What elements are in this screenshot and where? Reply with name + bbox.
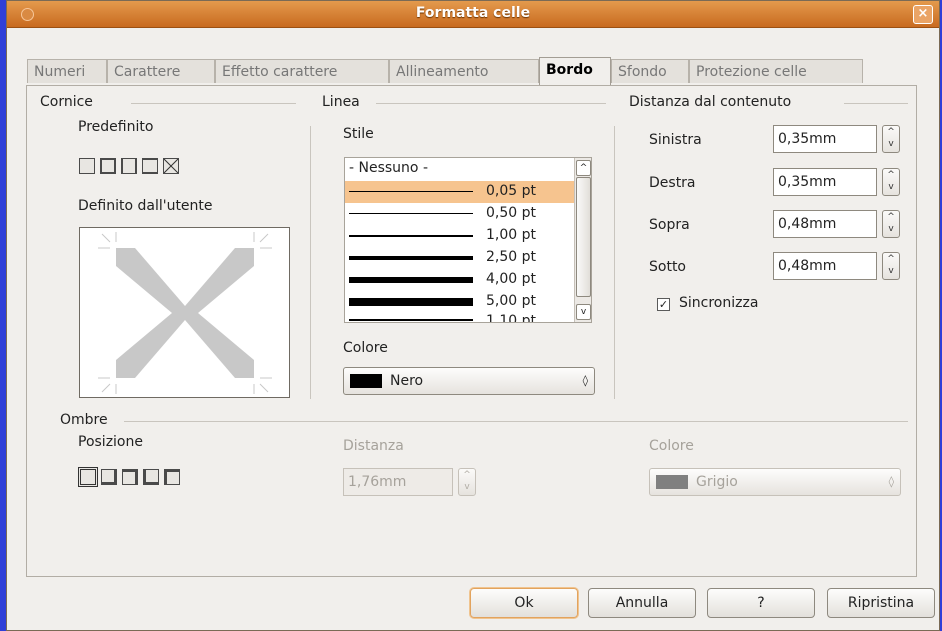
sincronizza-checkbox[interactable]: ✓ — [657, 298, 670, 311]
linea-distanza-divider — [614, 126, 615, 399]
sopra-label: Sopra — [649, 217, 690, 233]
preset-none[interactable] — [79, 158, 95, 174]
tab-bordo[interactable]: Bordo — [539, 57, 611, 85]
sopra-input[interactable]: 0,48mm — [773, 210, 877, 238]
cornice-linea-divider — [310, 126, 311, 399]
line-style-item[interactable]: 5,00 pt — [345, 291, 575, 313]
ombre-colore-label: Colore — [649, 438, 694, 454]
line-style-item-selected[interactable]: 0,05 pt — [345, 181, 575, 203]
shadow-top-left[interactable] — [164, 469, 180, 485]
line-style-item[interactable]: 1,00 pt — [345, 225, 575, 247]
destra-spin[interactable]: ^ v — [882, 168, 900, 196]
ombre-distanza-label: Distanza — [343, 438, 404, 454]
colore-label: Colore — [343, 340, 388, 356]
color-swatch — [350, 374, 382, 388]
shadow-top-right[interactable] — [122, 469, 138, 485]
sopra-spin[interactable]: ^ v — [882, 210, 900, 238]
help-button[interactable]: ? — [707, 588, 815, 618]
diagonal-icon — [164, 159, 178, 173]
cornice-separator — [131, 103, 296, 104]
ok-button[interactable]: Ok — [470, 588, 578, 618]
tab-carattere[interactable]: Carattere — [107, 59, 215, 83]
linea-separator — [376, 103, 606, 104]
border-preview-graphic — [98, 232, 272, 394]
stile-label: Stile — [343, 126, 374, 142]
scroll-down-icon[interactable]: v — [576, 304, 591, 320]
line-style-item[interactable]: 4,00 pt — [345, 269, 575, 291]
tab-sfondo[interactable]: Sfondo — [611, 59, 689, 83]
distanza-separator — [844, 103, 908, 104]
distanza-group-label: Distanza dal contenuto — [629, 94, 792, 110]
preset-diagonal[interactable] — [163, 158, 179, 174]
ombre-separator — [124, 421, 908, 422]
predefinito-label: Predefinito — [78, 119, 154, 135]
line-color-select[interactable]: Nero ◊ — [343, 367, 595, 395]
definito-label: Definito dall'utente — [78, 198, 213, 214]
titlebar[interactable]: Formatta celle × — [7, 1, 939, 28]
linea-group-label: Linea — [322, 94, 360, 110]
ombre-distanza-spin[interactable]: ^ v — [458, 468, 476, 496]
tab-panel-bordo: Cornice Predefinito Definito dall'utente — [26, 85, 917, 577]
sinistra-input[interactable]: 0,35mm — [773, 125, 877, 153]
chevron-updown-icon: ◊ — [582, 374, 588, 387]
line-style-item[interactable]: 0,50 pt — [345, 203, 575, 225]
preset-outer[interactable] — [100, 158, 116, 174]
shadow-bottom-right[interactable] — [101, 469, 117, 485]
preset-outer-horizontal[interactable] — [121, 158, 137, 174]
destra-label: Destra — [649, 175, 696, 191]
user-defined-border-preview[interactable] — [79, 227, 290, 398]
sinistra-label: Sinistra — [649, 132, 702, 148]
scroll-up-icon[interactable]: ^ — [576, 160, 591, 176]
tab-effetto-carattere[interactable]: Effetto carattere — [215, 59, 389, 83]
destra-input[interactable]: 0,35mm — [773, 168, 877, 196]
line-style-scrollbar[interactable]: ^ v — [574, 158, 591, 322]
shadow-color-swatch — [656, 475, 688, 489]
scrollbar-thumb[interactable] — [576, 177, 591, 297]
sincronizza-label: Sincronizza — [679, 295, 759, 311]
tab-allineamento[interactable]: Allineamento — [389, 59, 539, 83]
shadow-color-select[interactable]: Grigio ◊ — [649, 468, 901, 496]
line-style-item[interactable]: - Nessuno - — [345, 160, 575, 182]
ombre-group-label: Ombre — [60, 412, 108, 428]
tab-protezione-celle[interactable]: Protezione celle — [689, 59, 863, 83]
annulla-button[interactable]: Annulla — [588, 588, 696, 618]
close-icon[interactable]: × — [913, 5, 933, 24]
line-style-list[interactable]: - Nessuno - 0,05 pt 0,50 pt 1,00 pt 2,50… — [344, 157, 592, 323]
chevron-updown-icon: ◊ — [888, 475, 894, 488]
ombre-distanza-input[interactable]: 1,76mm — [343, 468, 453, 496]
dialog-title: Formatta celle — [415, 5, 531, 21]
shadow-bottom-left[interactable] — [143, 469, 159, 485]
line-style-item[interactable]: 2,50 pt — [345, 247, 575, 269]
tab-numeri[interactable]: Numeri — [27, 59, 107, 83]
sotto-input[interactable]: 0,48mm — [773, 252, 877, 280]
ripristina-button[interactable]: Ripristina — [827, 588, 935, 618]
cornice-group-label: Cornice — [40, 94, 93, 110]
sinistra-spin[interactable]: ^ v — [882, 125, 900, 153]
sotto-spin[interactable]: ^ v — [882, 252, 900, 280]
format-cells-dialog: Formatta celle × Numeri Carattere Effett… — [6, 0, 940, 631]
posizione-label: Posizione — [78, 434, 143, 450]
preset-outer-vertical[interactable] — [142, 158, 158, 174]
shadow-none[interactable] — [78, 467, 98, 487]
line-style-item[interactable]: 1,10 pt — [345, 313, 575, 322]
sotto-label: Sotto — [649, 259, 686, 275]
